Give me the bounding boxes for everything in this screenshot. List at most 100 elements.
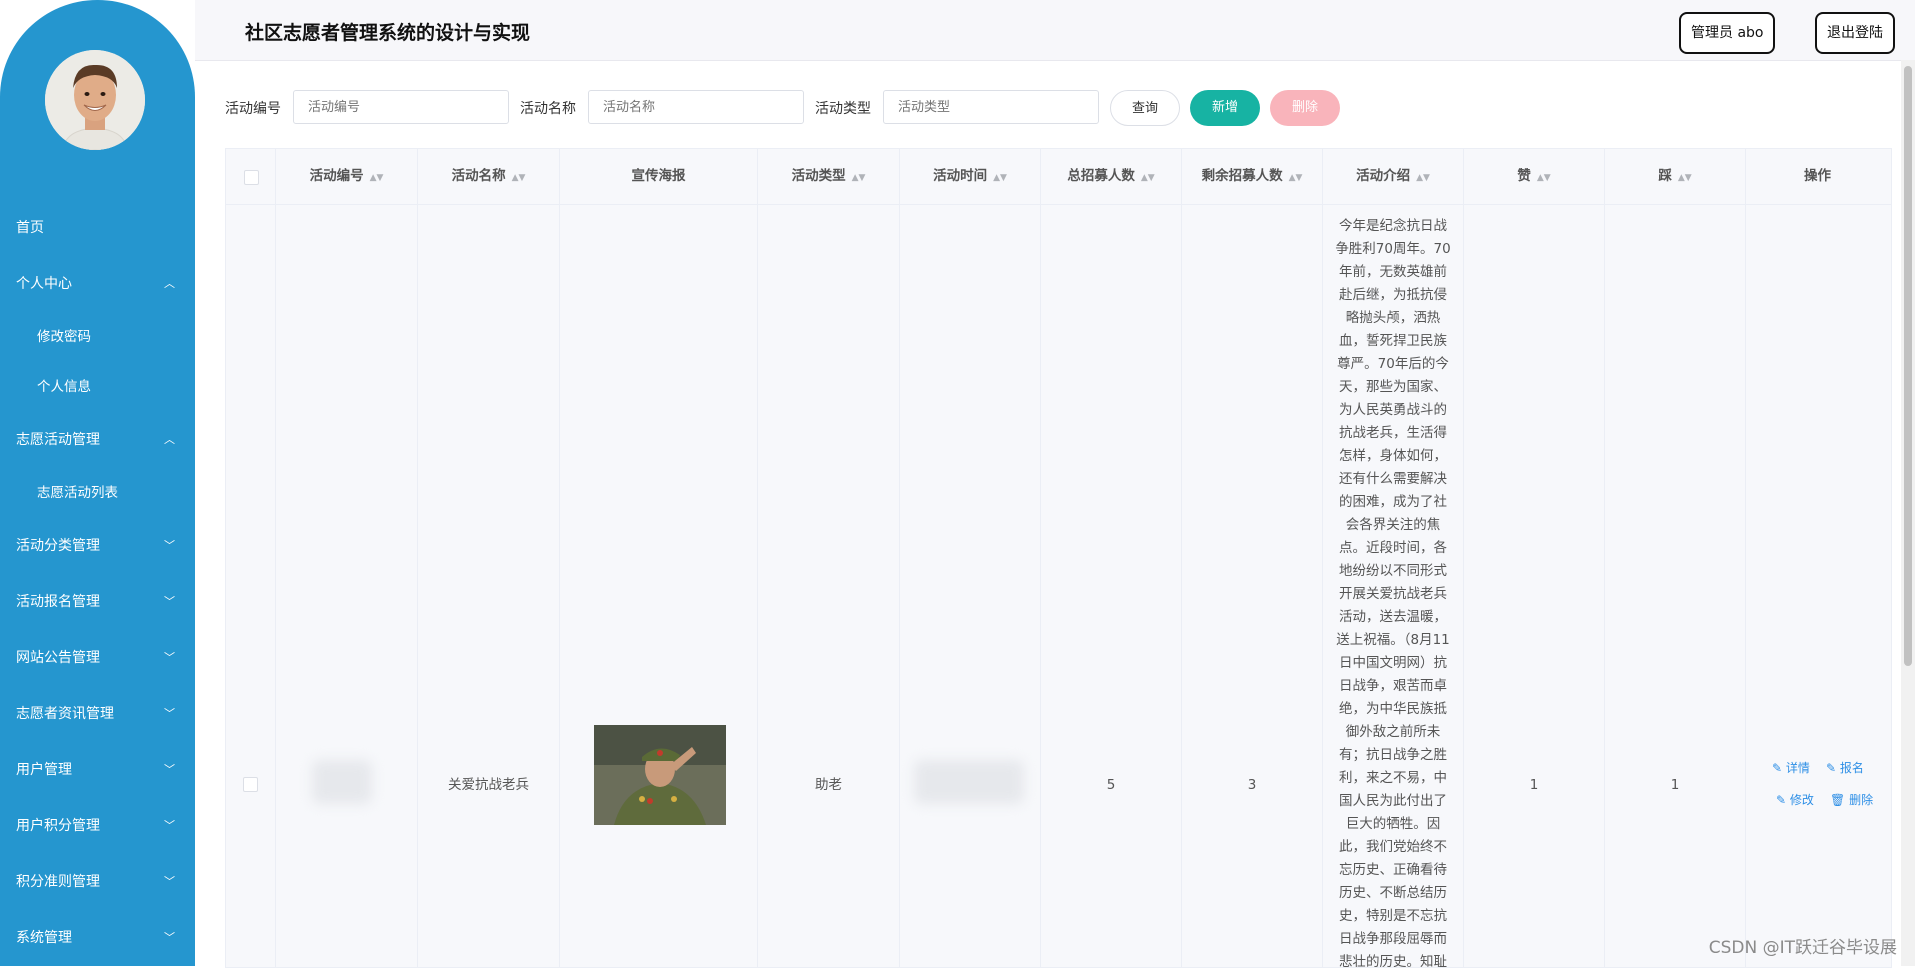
column-header-actions: 操作 xyxy=(1746,149,1889,204)
signup-link[interactable]: ✎ 报名 xyxy=(1826,759,1864,776)
chevron-down-icon: ﹀ xyxy=(164,651,175,664)
sidebar-item-activity-management[interactable]: 志愿活动管理 ︿ xyxy=(0,412,195,468)
column-label: 踩 xyxy=(1658,168,1672,184)
sidebar-item-label: 积分准则管理 xyxy=(16,874,100,890)
sidebar-item-rules-management[interactable]: 积分准则管理 ﹀ xyxy=(0,854,195,910)
column-header-type[interactable]: 活动类型 ▲▼ xyxy=(758,149,900,204)
query-button[interactable]: 查询 xyxy=(1110,90,1180,126)
select-all-checkbox[interactable] xyxy=(244,170,259,185)
cell-remaining: 3 xyxy=(1182,205,1323,967)
sidebar-item-activity-list[interactable]: 志愿活动列表 xyxy=(0,468,195,518)
sidebar-item-label: 志愿者资讯管理 xyxy=(16,706,114,722)
admin-user-button[interactable]: 管理员 abo xyxy=(1679,12,1776,54)
column-header-code[interactable]: 活动编号 ▲▼ xyxy=(276,149,418,204)
sidebar-item-label: 网站公告管理 xyxy=(16,650,100,666)
cell-code xyxy=(276,205,418,967)
edit-icon: ✎ xyxy=(1776,793,1787,807)
top-header: 社区志愿者管理系统的设计与实现 管理员 abo 退出登陆 xyxy=(195,0,1915,61)
sidebar-item-news-management[interactable]: 志愿者资讯管理 ﹀ xyxy=(0,686,195,742)
activity-name-input[interactable] xyxy=(588,90,804,124)
watermark: CSDN @IT跃迁谷毕设展 xyxy=(1708,938,1897,958)
row-checkbox[interactable] xyxy=(243,777,258,792)
column-label: 活动编号 xyxy=(309,168,364,184)
add-button[interactable]: 新增 xyxy=(1190,90,1260,126)
blurred-time xyxy=(914,760,1024,804)
logout-button[interactable]: 退出登陆 xyxy=(1815,12,1895,54)
select-all-cell xyxy=(226,149,276,204)
column-header-time[interactable]: 活动时间 ▲▼ xyxy=(900,149,1041,204)
column-label: 总招募人数 xyxy=(1067,168,1135,184)
column-label: 活动名称 xyxy=(451,168,506,184)
activity-type-input[interactable] xyxy=(883,90,1099,124)
sidebar-item-label: 修改密码 xyxy=(37,329,91,345)
cell-actions: ✎ 详情 ✎ 报名 ✎ 修改 🗑 删除 xyxy=(1746,205,1889,967)
cell-poster xyxy=(560,205,758,967)
sort-icon[interactable]: ▲▼ xyxy=(512,173,526,183)
sidebar-item-system-management[interactable]: 系统管理 ﹀ xyxy=(0,910,195,966)
column-header-likes[interactable]: 赞 ▲▼ xyxy=(1464,149,1605,204)
page-scrollbar[interactable] xyxy=(1901,60,1915,966)
sort-icon[interactable]: ▲▼ xyxy=(852,173,866,183)
table-header: 活动编号 ▲▼ 活动名称 ▲▼ 宣传海报 活动类型 ▲▼ 活动时间 ▲▼ 总招募人数 ▲▼… xyxy=(226,149,1891,205)
sort-icon[interactable]: ▲▼ xyxy=(1678,173,1692,183)
sidebar-item-category-management[interactable]: 活动分类管理 ﹀ xyxy=(0,518,195,574)
sidebar-item-points-management[interactable]: 用户积分管理 ﹀ xyxy=(0,798,195,854)
sidebar-item-personal-center[interactable]: 个人中心 ︿ xyxy=(0,256,195,312)
scrollbar-thumb[interactable] xyxy=(1904,66,1912,666)
delete-link[interactable]: 🗑 删除 xyxy=(1830,791,1873,808)
column-header-intro[interactable]: 活动介绍 ▲▼ xyxy=(1323,149,1464,204)
page-title: 社区志愿者管理系统的设计与实现 xyxy=(245,22,531,44)
blurred-code xyxy=(312,760,372,804)
column-header-total[interactable]: 总招募人数 ▲▼ xyxy=(1041,149,1182,204)
poster-image[interactable] xyxy=(594,725,726,825)
column-header-name[interactable]: 活动名称 ▲▼ xyxy=(418,149,560,204)
sidebar-item-label: 个人信息 xyxy=(37,379,91,395)
column-label: 赞 xyxy=(1517,168,1531,184)
activity-name-label: 活动名称 xyxy=(520,101,576,117)
remaining-recruit-text: 3 xyxy=(1247,777,1257,793)
trash-icon: 🗑 xyxy=(1830,793,1846,807)
cell-likes: 1 xyxy=(1464,205,1605,967)
sidebar-item-label: 用户管理 xyxy=(16,762,72,778)
sidebar-item-label: 志愿活动列表 xyxy=(37,485,118,501)
chevron-up-icon: ︿ xyxy=(164,277,175,290)
sidebar-item-user-management[interactable]: 用户管理 ﹀ xyxy=(0,742,195,798)
sort-icon[interactable]: ▲▼ xyxy=(370,173,384,183)
sidebar-item-label: 活动分类管理 xyxy=(16,538,100,554)
column-header-remaining[interactable]: 剩余招募人数 ▲▼ xyxy=(1182,149,1323,204)
activity-code-label: 活动编号 xyxy=(225,101,281,117)
sort-icon[interactable]: ▲▼ xyxy=(1537,173,1551,183)
chevron-down-icon: ﹀ xyxy=(164,763,175,776)
total-recruit-text: 5 xyxy=(1106,777,1116,793)
sort-icon[interactable]: ▲▼ xyxy=(1289,173,1303,183)
activity-code-input[interactable] xyxy=(293,90,509,124)
column-header-dislikes[interactable]: 踩 ▲▼ xyxy=(1605,149,1746,204)
sort-icon[interactable]: ▲▼ xyxy=(993,173,1007,183)
sidebar-item-change-password[interactable]: 修改密码 xyxy=(0,312,195,362)
dislikes-count: 1 xyxy=(1670,777,1680,793)
sidebar-item-home[interactable]: 首页 xyxy=(0,200,195,256)
sort-icon[interactable]: ▲▼ xyxy=(1416,173,1430,183)
chevron-down-icon: ﹀ xyxy=(164,931,175,944)
table-row: 关爱抗战老兵 助老 5 3 今年是纪念抗日战争胜利70周年。70年前，无数英雄前… xyxy=(226,205,1891,967)
signup-label: 报名 xyxy=(1839,761,1864,775)
activity-intro-text: 今年是纪念抗日战争胜利70周年。70年前，无数英雄前赴后继，为抵抗侵略抛头颅，洒… xyxy=(1335,218,1451,967)
sidebar-item-label: 首页 xyxy=(16,220,44,236)
cell-dislikes: 1 xyxy=(1605,205,1746,967)
sidebar-item-label: 活动报名管理 xyxy=(16,594,100,610)
sidebar-item-label: 志愿活动管理 xyxy=(16,432,100,448)
row-select-cell xyxy=(226,205,276,967)
sidebar-item-personal-info[interactable]: 个人信息 xyxy=(0,362,195,412)
sort-icon[interactable]: ▲▼ xyxy=(1141,173,1155,183)
cell-intro: 今年是纪念抗日战争胜利70周年。70年前，无数英雄前赴后继，为抵抗侵略抛头颅，洒… xyxy=(1323,205,1464,967)
detail-link[interactable]: ✎ 详情 xyxy=(1772,759,1810,776)
sidebar-item-signup-management[interactable]: 活动报名管理 ﹀ xyxy=(0,574,195,630)
activity-name-text: 关爱抗战老兵 xyxy=(448,777,529,793)
sidebar-item-label: 用户积分管理 xyxy=(16,818,100,834)
delete-button[interactable]: 删除 xyxy=(1270,90,1340,126)
edit-link[interactable]: ✎ 修改 xyxy=(1776,791,1814,808)
sidebar-item-notice-management[interactable]: 网站公告管理 ﹀ xyxy=(0,630,195,686)
chevron-down-icon: ﹀ xyxy=(164,707,175,720)
column-label: 操作 xyxy=(1804,168,1831,184)
column-label: 宣传海报 xyxy=(631,168,686,184)
